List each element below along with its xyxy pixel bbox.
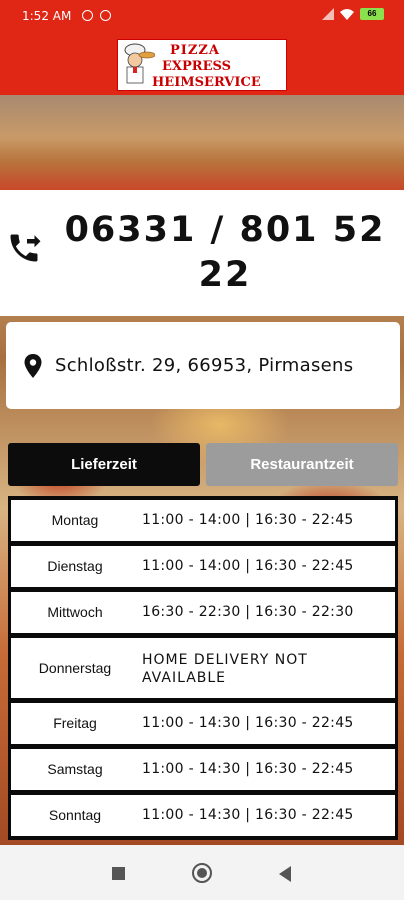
day-label: Samstag [47,761,103,777]
recents-icon[interactable] [112,867,125,880]
hours-value: 11:00 - 14:00 | 16:30 - 22:45 [142,558,354,574]
hours-value: 11:00 - 14:00 | 16:30 - 22:45 [142,512,354,528]
tab-restaurantzeit[interactable]: Restaurantzeit [206,443,398,486]
back-icon[interactable] [279,866,291,882]
opening-hours-table: Montag 11:00 - 14:00 | 16:30 - 22:45 Die… [8,496,398,840]
tab-lieferzeit[interactable]: Lieferzeit [8,443,200,486]
battery-icon: 66 [360,8,384,20]
status-time: 1:52 AM [22,9,72,23]
phone-forward-icon[interactable] [6,230,42,266]
hours-value: 11:00 - 14:30 | 16:30 - 22:45 [142,761,354,777]
app-bar: PIZZA EXPRESS HEIMSERVICE [0,32,404,95]
hours-value: 11:00 - 14:30 | 16:30 - 22:45 [142,715,354,731]
home-icon[interactable] [192,863,212,883]
logo-line-2: EXPRESS [162,59,231,74]
day-label: Montag [51,512,99,528]
notification-icon [100,10,111,21]
day-label: Freitag [53,715,97,731]
chef-icon [124,43,155,84]
status-bar: 1:52 AM 66 [0,0,404,32]
pizza-express-logo: PIZZA EXPRESS HEIMSERVICE [117,39,287,91]
table-row: Donnerstag HOME DELIVERY NOT AVAILABLE [11,638,395,698]
phone-card[interactable]: 06331 / 801 52 22 [0,190,404,316]
day-label: Dienstag [47,558,103,574]
location-pin-icon [24,354,42,378]
table-row: Mittwoch 16:30 - 22:30 | 16:30 - 22:30 [11,592,395,633]
table-row: Samstag 11:00 - 14:30 | 16:30 - 22:45 [11,749,395,790]
day-label: Sonntag [48,807,102,823]
hours-value: HOME DELIVERY NOT AVAILABLE [142,652,308,686]
address-card[interactable]: Schloßstr. 29, 66953, Pirmasens [6,322,400,409]
table-row: Freitag 11:00 - 14:30 | 16:30 - 22:45 [11,703,395,744]
table-row: Sonntag 11:00 - 14:30 | 16:30 - 22:45 [11,795,395,836]
day-label: Donnerstag [38,660,112,676]
notification-icon [82,10,93,21]
address-text: Schloßstr. 29, 66953, Pirmasens [55,355,354,376]
logo-line-1: PIZZA [170,43,220,58]
signal-icon [322,8,334,20]
table-row: Dienstag 11:00 - 14:00 | 16:30 - 22:45 [11,546,395,587]
table-row: Montag 11:00 - 14:00 | 16:30 - 22:45 [11,500,395,541]
hours-value: 11:00 - 14:30 | 16:30 - 22:45 [142,807,354,823]
wifi-icon [340,9,354,20]
pizza-header-image [0,95,404,190]
logo-line-3: HEIMSERVICE [152,75,261,90]
phone-number[interactable]: 06331 / 801 52 22 [48,208,402,298]
day-label: Mittwoch [47,604,103,620]
hours-value: 16:30 - 22:30 | 16:30 - 22:30 [142,604,354,620]
